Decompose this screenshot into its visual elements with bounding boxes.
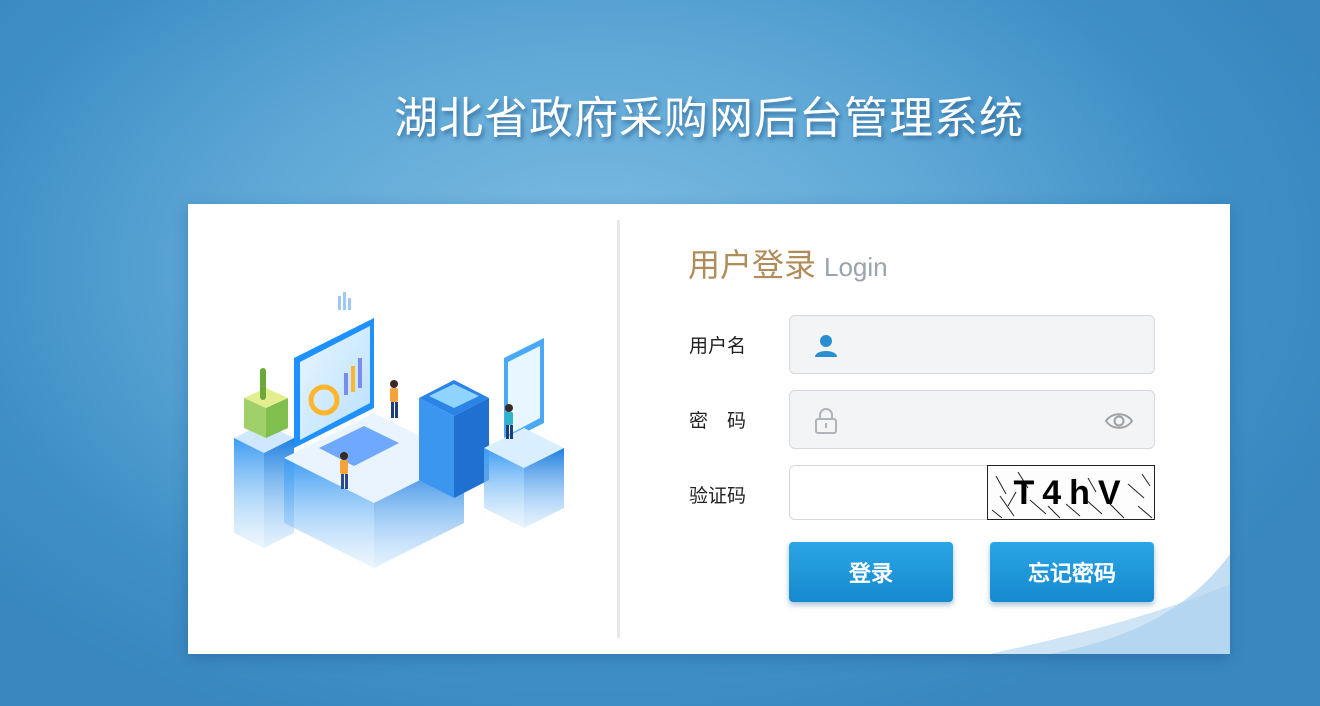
user-icon	[815, 335, 837, 357]
captcha-label: 验证码	[689, 485, 747, 507]
password-label: 密 码	[689, 410, 747, 432]
lock-icon	[815, 408, 837, 434]
login-heading-cn: 用户登录	[688, 246, 817, 284]
login-button[interactable]: 登录	[789, 542, 953, 602]
login-card: 用户登录 Login 用户名 密 码 验证码 T4hV 登录 忘记密码	[188, 204, 1230, 654]
captcha-field[interactable]	[789, 465, 989, 520]
login-heading-en: Login	[824, 252, 888, 282]
username-input[interactable]	[846, 316, 1096, 373]
username-label: 用户名	[689, 335, 747, 357]
username-field[interactable]	[789, 315, 1155, 374]
isometric-illustration	[234, 292, 564, 568]
forgot-password-button[interactable]: 忘记密码	[990, 542, 1154, 602]
captcha-input[interactable]	[790, 466, 988, 519]
captcha-image[interactable]: T4hV	[987, 465, 1155, 520]
password-input[interactable]	[846, 391, 1096, 448]
page-title: 湖北省政府采购网后台管理系统	[394, 93, 1024, 144]
password-field[interactable]	[789, 390, 1155, 449]
login-heading: 用户登录 Login	[688, 240, 888, 286]
captcha-text: T4hV	[1013, 473, 1129, 512]
eye-icon[interactable]	[1104, 408, 1134, 434]
vertical-divider	[617, 220, 620, 638]
